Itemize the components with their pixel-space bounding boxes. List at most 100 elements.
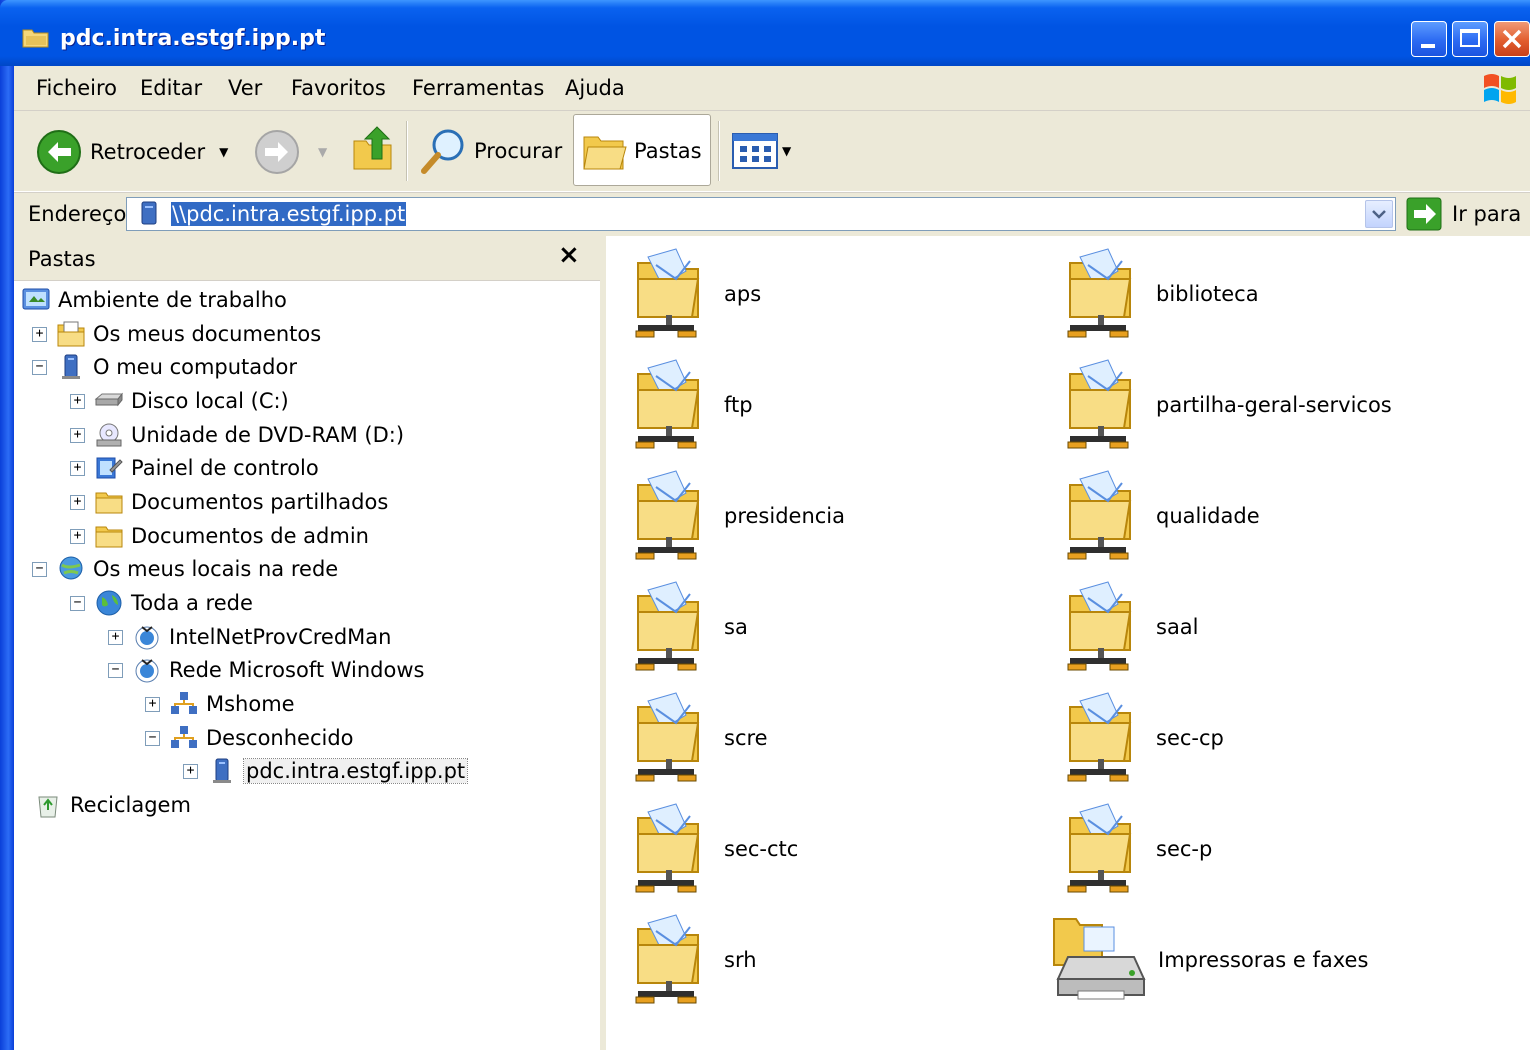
share-item[interactable]: saal <box>1064 577 1199 677</box>
tree-item[interactable]: − Toda a rede <box>70 587 253 619</box>
expand-icon[interactable]: + <box>70 460 85 476</box>
expand-icon[interactable]: + <box>70 528 85 544</box>
views-dropdown-icon[interactable]: ▼ <box>782 144 791 158</box>
share-item[interactable]: srh <box>632 910 757 1010</box>
folders-button[interactable]: Pastas <box>573 114 711 186</box>
address-dropdown-button[interactable] <box>1365 200 1393 228</box>
maximize-button[interactable] <box>1452 21 1488 57</box>
windows-logo-icon <box>1484 74 1516 104</box>
tree-item[interactable]: + pdc.intra.estgf.ipp.pt <box>183 755 469 787</box>
collapse-icon[interactable]: − <box>108 662 123 678</box>
close-button[interactable] <box>1494 21 1530 57</box>
tree-item[interactable]: + Unidade de DVD-RAM (D:) <box>70 419 404 451</box>
share-item[interactable]: sec-ctc <box>632 799 798 899</box>
share-item[interactable]: qualidade <box>1064 466 1260 566</box>
tree-item[interactable]: Ambiente de trabalho <box>20 284 287 316</box>
printers-faxes-icon <box>1050 913 1146 1008</box>
tree-item-label: Unidade de DVD-RAM (D:) <box>131 423 405 447</box>
share-label: sec-ctc <box>724 837 799 861</box>
tree-item[interactable]: + IntelNetProvCredMan <box>108 621 391 653</box>
share-item[interactable]: scre <box>632 688 768 788</box>
tree-item[interactable]: − Os meus locais na rede <box>32 553 338 585</box>
menu-ajuda[interactable]: Ajuda <box>565 76 625 100</box>
tree-item-label: Reciclagem <box>70 793 191 817</box>
window-title: pdc.intra.estgf.ipp.pt <box>60 26 326 51</box>
share-item[interactable]: sec-cp <box>1064 688 1224 788</box>
up-folder-button[interactable] <box>350 125 396 173</box>
tree-item[interactable]: Reciclagem <box>32 789 191 821</box>
expand-icon[interactable]: + <box>32 326 47 342</box>
menu-ficheiro[interactable]: Ficheiro <box>36 76 117 100</box>
hard-drive-icon <box>93 386 125 416</box>
search-button[interactable]: Procurar <box>418 127 562 175</box>
shared-folder-icon <box>632 356 706 455</box>
tree-item-label: Os meus locais na rede <box>93 557 339 581</box>
tree-item[interactable]: + Documentos partilhados <box>70 486 388 518</box>
shared-folder-icon <box>1064 356 1138 455</box>
forward-button[interactable]: ▼ <box>254 129 327 175</box>
folders-pane-close-button[interactable]: × <box>558 240 580 270</box>
chevron-down-icon <box>1372 210 1386 219</box>
share-label: srh <box>724 948 757 972</box>
menu-editar[interactable]: Editar <box>140 76 202 100</box>
folders-label: Pastas <box>634 139 702 163</box>
collapse-icon[interactable]: − <box>145 730 160 746</box>
go-button[interactable]: Ir para <box>1406 197 1521 231</box>
collapse-icon[interactable]: − <box>32 561 47 577</box>
collapse-icon[interactable]: − <box>70 595 85 611</box>
share-label: Impressoras e faxes <box>1158 948 1369 972</box>
back-arrow-icon <box>37 130 81 174</box>
share-item[interactable]: sa <box>632 577 748 677</box>
tree-item[interactable]: + Os meus documentos <box>32 318 321 350</box>
views-button[interactable]: ▼ <box>732 133 791 169</box>
forward-arrow-icon <box>255 130 299 174</box>
network-provider-icon <box>131 655 163 685</box>
tree-item[interactable]: + Disco local (C:) <box>70 385 289 417</box>
menu-favoritos[interactable]: Favoritos <box>291 76 386 100</box>
window-frame <box>0 0 14 1050</box>
back-button[interactable]: Retroceder ▼ <box>36 129 228 175</box>
minimize-button[interactable] <box>1411 21 1447 57</box>
share-item[interactable]: presidencia <box>632 466 845 566</box>
share-item[interactable]: aps <box>632 244 761 344</box>
tree-item[interactable]: − Desconhecido <box>145 722 354 754</box>
collapse-icon[interactable]: − <box>32 359 47 375</box>
share-item[interactable]: ftp <box>632 355 753 455</box>
share-item[interactable]: sec-p <box>1064 799 1212 899</box>
tree-item-label: Painel de controlo <box>131 456 319 480</box>
shared-folder-icon <box>632 911 706 1010</box>
tree-item-label: O meu computador <box>93 355 297 379</box>
menu-ferramentas[interactable]: Ferramentas <box>412 76 544 100</box>
tree-item-label: IntelNetProvCredMan <box>169 625 392 649</box>
expand-icon[interactable]: + <box>70 393 85 409</box>
share-item[interactable]: partilha-geral-servicos <box>1064 355 1392 455</box>
desktop-icon <box>20 285 52 315</box>
expand-icon[interactable]: + <box>183 763 198 779</box>
menu-ver[interactable]: Ver <box>228 76 262 100</box>
share-label: scre <box>724 726 768 750</box>
tree-item[interactable]: − O meu computador <box>32 351 297 383</box>
shared-folder-icon <box>1064 245 1138 344</box>
share-label: sec-cp <box>1156 726 1224 750</box>
expand-icon[interactable]: + <box>108 629 123 645</box>
tree-item-label: Toda a rede <box>131 591 253 615</box>
tree-item[interactable]: + Documentos de admin <box>70 520 369 552</box>
tree-item[interactable]: + Mshome <box>145 688 295 720</box>
toolbar-separator <box>718 121 720 181</box>
forward-dropdown-icon[interactable]: ▼ <box>318 145 327 159</box>
globe-icon <box>93 588 125 618</box>
shared-folder-icon <box>1064 800 1138 899</box>
explorer-window: pdc.intra.estgf.ipp.pt Ficheiro Editar V… <box>0 0 1530 1050</box>
title-bar[interactable]: pdc.intra.estgf.ipp.pt <box>0 0 1530 66</box>
expand-icon[interactable]: + <box>145 696 160 712</box>
address-input[interactable]: \\pdc.intra.estgf.ipp.pt <box>126 197 1396 231</box>
expand-icon[interactable]: + <box>70 494 85 510</box>
tree-item[interactable]: + Painel de controlo <box>70 452 319 484</box>
expand-icon[interactable]: + <box>70 427 85 443</box>
printers-faxes-item[interactable]: Impressoras e faxes <box>1050 910 1368 1010</box>
share-label: qualidade <box>1156 504 1260 528</box>
share-item[interactable]: biblioteca <box>1064 244 1259 344</box>
tree-item[interactable]: − Rede Microsoft Windows <box>108 654 424 686</box>
share-label: ftp <box>724 393 753 417</box>
back-dropdown-icon[interactable]: ▼ <box>219 145 228 159</box>
